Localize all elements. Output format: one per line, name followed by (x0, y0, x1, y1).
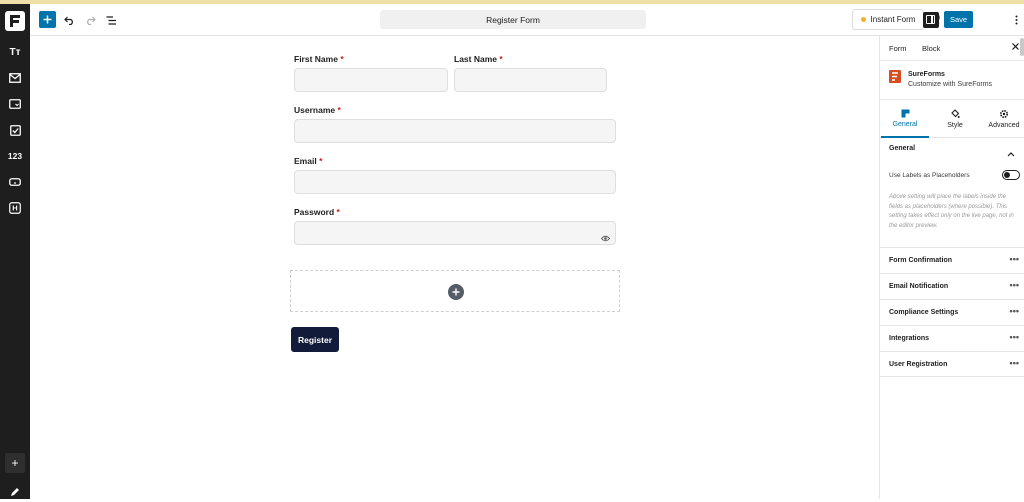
instant-form-button[interactable]: Instant Form (852, 9, 924, 30)
add-field-button[interactable]: + (5, 453, 25, 473)
edit-pencil-icon[interactable] (5, 482, 25, 502)
last-name-input[interactable] (454, 68, 607, 92)
settings-panel-toggle-icon[interactable] (923, 12, 939, 28)
add-block-button[interactable] (39, 11, 56, 28)
svg-text:H: H (12, 204, 17, 213)
subtab-general[interactable]: General (881, 102, 929, 138)
sidebar-scrollbar[interactable] (1020, 38, 1024, 56)
row-label: Compliance Settings (889, 309, 959, 316)
checkbox-icon[interactable] (5, 120, 25, 140)
number-icon[interactable]: 123 (5, 146, 25, 166)
first-name-label: First Name * (294, 54, 344, 64)
subtab-advanced[interactable]: Advanced (980, 102, 1024, 138)
tab-form[interactable]: Form (889, 44, 907, 53)
sureforms-icon (889, 70, 901, 83)
button-icon[interactable] (5, 172, 25, 192)
row-label: Integrations (889, 335, 930, 342)
labels-placeholders-toggle[interactable] (1002, 170, 1020, 180)
gear-icon (999, 109, 1009, 119)
more-options-icon[interactable] (1008, 12, 1024, 28)
email-input[interactable] (294, 170, 616, 194)
more-icon[interactable]: ••• (1010, 306, 1019, 316)
paint-bucket-icon (951, 109, 960, 118)
instant-form-label: Instant Form (870, 15, 916, 24)
row-label: Email Notification (889, 283, 949, 290)
mail-icon[interactable] (5, 68, 25, 88)
row-label: Form Confirmation (889, 257, 952, 264)
add-block-plus-icon[interactable] (448, 284, 464, 300)
editor-canvas: First Name * Last Name * Username * Emai… (30, 37, 879, 499)
toggle-help-text: Above setting will place the labels insi… (889, 194, 1014, 229)
panel-user-registration[interactable]: User Registration ••• (880, 351, 1024, 377)
undo-icon[interactable] (61, 12, 77, 28)
editor-topbar: Register Form Instant Form Save (30, 4, 1024, 36)
general-icon (901, 109, 909, 118)
plugin-description: Customize with SureForms (908, 81, 993, 88)
chevron-up-icon[interactable] (1007, 144, 1015, 162)
password-label: Password * (294, 207, 340, 217)
username-input[interactable] (294, 119, 616, 143)
plugin-card: SureForms Customize with SureForms (880, 60, 1024, 100)
more-icon[interactable]: ••• (1010, 254, 1019, 264)
email-label: Email * (294, 156, 323, 166)
tab-block[interactable]: Block (922, 44, 940, 53)
plugin-name: SureForms (908, 71, 945, 78)
sidebar-tabs: Form Block (880, 36, 1024, 60)
heading-icon[interactable]: H (5, 198, 25, 218)
panel-email-notification[interactable]: Email Notification ••• (880, 273, 1024, 299)
settings-sidebar: Form Block SureForms Customize with Sure… (879, 36, 1024, 499)
block-appender[interactable] (290, 270, 620, 312)
general-section-title[interactable]: General (889, 145, 915, 152)
panel-form-confirmation[interactable]: Form Confirmation ••• (880, 247, 1024, 273)
save-button[interactable]: Save (944, 11, 973, 28)
username-label: Username * (294, 105, 341, 115)
subtab-style[interactable]: Style (931, 102, 979, 138)
last-name-label: Last Name * (454, 54, 503, 64)
panel-compliance-settings[interactable]: Compliance Settings ••• (880, 299, 1024, 325)
row-label: User Registration (889, 361, 948, 368)
redo-icon[interactable] (82, 12, 98, 28)
more-icon[interactable]: ••• (1010, 332, 1019, 342)
panel-integrations[interactable]: Integrations ••• (880, 325, 1024, 351)
document-title[interactable]: Register Form (380, 10, 646, 29)
password-input[interactable] (294, 221, 616, 245)
block-inserter-sidebar: Tт 123 H + (0, 4, 30, 499)
settings-subtabs: General Style Advanced (880, 102, 1024, 138)
sureforms-logo[interactable] (5, 11, 25, 31)
status-dot (860, 17, 866, 22)
labels-placeholders-label: Use Labels as Placeholders (889, 172, 970, 179)
register-submit-button[interactable]: Register (291, 327, 339, 352)
more-icon[interactable]: ••• (1010, 358, 1019, 368)
document-outline-icon[interactable] (103, 12, 119, 28)
more-icon[interactable]: ••• (1010, 280, 1019, 290)
text-field-icon[interactable]: Tт (5, 42, 25, 62)
dropdown-icon[interactable] (5, 94, 25, 114)
first-name-input[interactable] (294, 68, 448, 92)
close-icon[interactable] (1012, 42, 1019, 53)
show-password-icon[interactable] (600, 229, 611, 247)
